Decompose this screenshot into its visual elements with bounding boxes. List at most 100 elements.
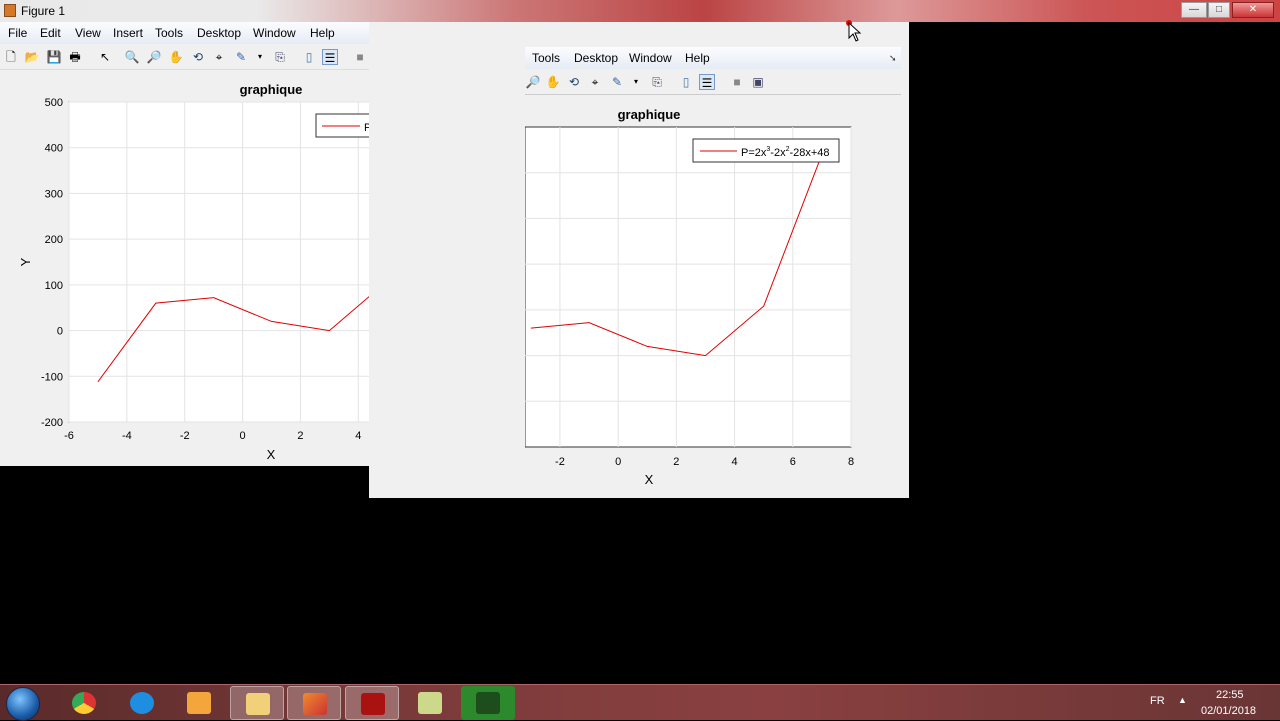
close-button[interactable]: ✕ <box>1232 2 1274 18</box>
x-tick-label: 0 <box>240 430 246 442</box>
clock-date[interactable]: 02/01/2018 <box>1201 705 1256 717</box>
matlab-icon <box>303 693 327 715</box>
sticky-notes-icon <box>418 692 442 714</box>
pan-icon[interactable]: ✋ <box>545 74 561 90</box>
menu2-desktop[interactable]: Desktop <box>574 51 618 65</box>
x-tick-label: -2 <box>555 456 565 468</box>
y-tick-label: 500 <box>45 97 63 109</box>
data-cursor-icon[interactable]: ⌖ <box>587 74 603 90</box>
rotate-3d-icon[interactable]: ⟲ <box>566 74 582 90</box>
x-tick-label: 8 <box>848 456 854 468</box>
menu-file[interactable]: File <box>8 26 27 40</box>
legend[interactable]: P=2x3-2x2-28x+48 <box>692 138 840 163</box>
camtasia-task[interactable] <box>461 686 515 720</box>
colorbar-icon[interactable]: ▯ <box>678 74 694 90</box>
figure-toolbar-2: 🔎 ✋ ⟲ ⌖ ✎ ▾ ⎘ ▯ ☰ ■ ▣ <box>525 69 901 95</box>
menu-edit[interactable]: Edit <box>40 26 61 40</box>
hide-plot-tools-icon[interactable]: ■ <box>729 74 745 90</box>
legend-icon[interactable]: ☰ <box>322 49 338 65</box>
menu-window[interactable]: Window <box>253 26 296 40</box>
show-plot-tools-icon[interactable]: ▣ <box>750 74 766 90</box>
x-axis-label: X <box>645 472 654 487</box>
rotate-3d-icon[interactable]: ⟲ <box>190 49 206 65</box>
start-button[interactable] <box>6 687 40 721</box>
camtasia-icon <box>476 692 500 714</box>
x-tick-label: -2 <box>180 430 190 442</box>
menu-view[interactable]: View <box>75 26 101 40</box>
language-indicator[interactable]: FR <box>1150 695 1165 707</box>
y-tick-label: 300 <box>45 188 63 200</box>
folder-icon <box>246 693 270 715</box>
hide-plot-tools-icon[interactable]: ■ <box>352 49 368 65</box>
maximize-button[interactable]: □ <box>1208 2 1230 18</box>
pan-icon[interactable]: ✋ <box>168 49 184 65</box>
edit-plot-icon[interactable]: ↖ <box>97 49 113 65</box>
figure2-canvas: -2 0 2 4 6 8 graphique X P=2x3-2x2-28x+48 <box>524 95 901 495</box>
y-tick-label: 200 <box>45 234 63 246</box>
acrobat-icon <box>361 693 385 715</box>
x-tick-label: 0 <box>615 456 621 468</box>
brush-dropdown-icon[interactable]: ▾ <box>628 74 644 90</box>
chart-title: graphique <box>618 107 681 122</box>
new-figure-icon[interactable]: 🗋 <box>3 49 19 65</box>
zoom-out-icon[interactable]: 🔎 <box>146 49 162 65</box>
y-tick-label: -100 <box>41 371 63 383</box>
x-tick-label: 6 <box>790 456 796 468</box>
x-tick-label: 2 <box>673 456 679 468</box>
y-tick-label: -200 <box>41 417 63 429</box>
tray-expand-icon[interactable]: ▲ <box>1178 695 1187 705</box>
link-plot-icon[interactable]: ⎘ <box>272 49 288 65</box>
internet-explorer-icon <box>130 692 154 714</box>
media-player-task[interactable] <box>172 686 226 720</box>
menu-bar-2: Tools Desktop Window Help ➘ <box>525 47 901 69</box>
x-tick-label: -4 <box>122 430 132 442</box>
menu2-tools[interactable]: Tools <box>532 51 560 65</box>
x-tick-label: 4 <box>732 456 738 468</box>
menu2-help[interactable]: Help <box>685 51 710 65</box>
taskbar: FR ▲ 22:55 02/01/2018 <box>0 684 1280 721</box>
notes-task[interactable] <box>403 686 457 720</box>
clock-time[interactable]: 22:55 <box>1216 689 1244 701</box>
chart-title: graphique <box>240 82 303 97</box>
chart2[interactable]: -2 0 2 4 6 8 graphique X P=2x3-2x2-28x+48 <box>524 95 901 495</box>
zoom-in-icon[interactable]: 🔍 <box>124 49 140 65</box>
acrobat-task[interactable] <box>345 686 399 720</box>
menu-desktop[interactable]: Desktop <box>197 26 241 40</box>
minimize-button[interactable]: — <box>1181 2 1207 18</box>
link-plot-icon[interactable]: ⎘ <box>649 74 665 90</box>
y-tick-label: 100 <box>45 280 63 292</box>
title-bar[interactable]: Figure 1 — □ ✕ <box>0 0 1280 22</box>
y-tick-label: 400 <box>45 143 63 155</box>
chrome-icon <box>72 692 96 714</box>
y-axis-label: Y <box>18 257 33 266</box>
axes2-box <box>524 126 852 448</box>
media-player-icon <box>187 692 211 714</box>
legend-icon[interactable]: ☰ <box>699 74 715 90</box>
menu2-window[interactable]: Window <box>629 51 672 65</box>
dock-arrow-icon[interactable]: ➘ <box>889 53 897 64</box>
print-icon[interactable]: 🖶 <box>67 49 83 65</box>
menu-tools[interactable]: Tools <box>155 26 183 40</box>
chrome-task[interactable] <box>57 686 111 720</box>
brush-dropdown-icon[interactable]: ▾ <box>252 49 268 65</box>
open-file-icon[interactable]: 📂 <box>24 49 40 65</box>
data-cursor-icon[interactable]: ⌖ <box>211 49 227 65</box>
menu-insert[interactable]: Insert <box>113 26 143 40</box>
y-tick-label: 0 <box>57 326 63 338</box>
legend-label: P=2x3-2x2-28x+48 <box>741 146 830 159</box>
window-title: Figure 1 <box>21 4 66 18</box>
save-icon[interactable]: 💾 <box>46 49 62 65</box>
x-tick-label: 2 <box>297 430 303 442</box>
menu-help[interactable]: Help <box>310 26 335 40</box>
x-axis-label: X <box>267 447 276 462</box>
matlab-figure-icon <box>4 4 16 17</box>
explorer-task[interactable] <box>230 686 284 720</box>
zoom-out-icon[interactable]: 🔎 <box>525 74 541 90</box>
colorbar-icon[interactable]: ▯ <box>301 49 317 65</box>
matlab-task[interactable] <box>287 686 341 720</box>
brush-icon[interactable]: ✎ <box>233 49 249 65</box>
mouse-cursor-icon <box>846 20 862 42</box>
brush-icon[interactable]: ✎ <box>609 74 625 90</box>
x-tick-label: 4 <box>355 430 361 442</box>
ie-task[interactable] <box>115 686 169 720</box>
